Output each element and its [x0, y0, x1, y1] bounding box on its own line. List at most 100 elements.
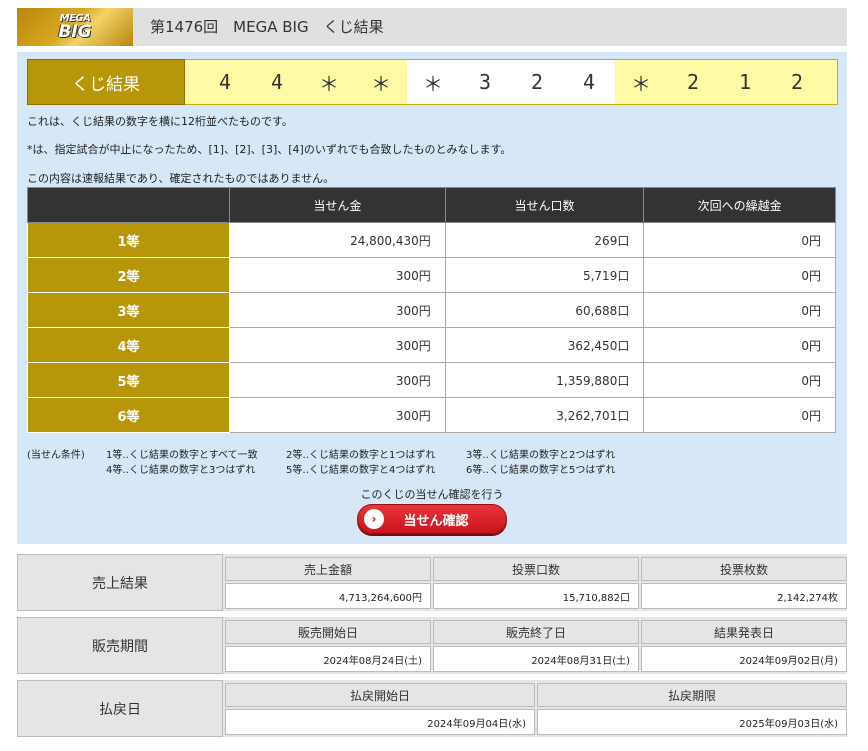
- carry-cell: 0円: [643, 257, 836, 293]
- amount-cell: 300円: [229, 292, 446, 328]
- sales-column: 投票枚数 2,142,274枚: [641, 557, 847, 609]
- condition-item: 2等‥くじ結果の数字と1つはずれ: [286, 450, 436, 461]
- period-title: 販売期間: [17, 617, 223, 674]
- sales-value: 4,713,264,600円: [225, 583, 431, 609]
- period-value: 2024年09月02日(月): [641, 646, 847, 672]
- sales-column: 投票口数 15,710,882口: [433, 557, 639, 609]
- prize-table-header: 当せん金 当せん口数 次回への繰越金: [27, 187, 836, 223]
- header-cell-count: 当せん口数: [444, 187, 645, 223]
- result-label: くじ結果: [27, 59, 185, 105]
- payout-value: 2025年09月03日(水): [537, 709, 847, 735]
- amount-cell: 300円: [229, 362, 446, 398]
- sales-value: 15,710,882口: [433, 583, 639, 609]
- payout-grid: 払戻開始日 2024年09月04日(水) 払戻期限 2025年09月03日(水): [225, 683, 847, 735]
- check-winning-button-label: 当せん確認: [403, 513, 469, 529]
- result-digit: 1: [719, 60, 771, 104]
- result-digit: 4: [251, 60, 303, 104]
- condition-item: 3等‥くじ結果の数字と2つはずれ: [466, 450, 616, 461]
- lottery-result-row: くじ結果 4 4 ＊ ＊ ＊ 3 2 4 ＊ 2 1 2: [27, 59, 838, 105]
- condition-item: 1等‥くじ結果の数字とすべて一致: [106, 450, 258, 461]
- count-cell: 1,359,880口: [444, 362, 645, 398]
- note-text: これは、くじ結果の数字を横に12桁並べたものです。: [27, 115, 293, 128]
- sales-title: 売上結果: [17, 554, 223, 611]
- result-digit: ＊: [407, 60, 459, 104]
- amount-cell: 24,800,430円: [229, 222, 446, 258]
- check-winning-button[interactable]: › 当せん確認: [357, 504, 507, 534]
- sales-header: 投票口数: [433, 557, 639, 581]
- result-digit: 3: [459, 60, 511, 104]
- page-header: MEGA BIG 第1476回 MEGA BIG くじ結果: [17, 8, 847, 46]
- payout-column: 払戻期限 2025年09月03日(水): [537, 683, 847, 735]
- payout-value: 2024年09月04日(水): [225, 709, 535, 735]
- grade-cell: 3等: [27, 292, 230, 328]
- table-row: 4等 300円 362,450口 0円: [27, 327, 836, 363]
- period-header: 結果発表日: [641, 620, 847, 644]
- result-digit: 2: [771, 60, 823, 104]
- period-grid: 販売開始日 2024年08月24日(土) 販売終了日 2024年08月31日(土…: [225, 620, 847, 672]
- amount-cell: 300円: [229, 397, 446, 433]
- conditions-label: (当せん条件): [27, 450, 85, 461]
- count-cell: 60,688口: [444, 292, 645, 328]
- table-row: 6等 300円 3,262,701口 0円: [27, 397, 836, 433]
- condition-item: 6等‥くじ結果の数字と5つはずれ: [466, 465, 616, 476]
- header-cell-amount: 当せん金: [229, 187, 446, 223]
- count-cell: 269口: [444, 222, 645, 258]
- payout-section: 払戻日 払戻開始日 2024年09月04日(水) 払戻期限 2025年09月03…: [17, 680, 847, 737]
- sales-value: 2,142,274枚: [641, 583, 847, 609]
- note-text: *は、指定試合が中止になったため、[1]、[2]、[3]、[4]のいずれでも合致…: [27, 143, 512, 156]
- condition-item: 4等‥くじ結果の数字と3つはずれ: [106, 465, 256, 476]
- mega-big-logo[interactable]: MEGA BIG: [17, 8, 133, 46]
- result-digit: ＊: [615, 60, 667, 104]
- sales-header: 売上金額: [225, 557, 431, 581]
- result-digit: 2: [511, 60, 563, 104]
- sales-header: 投票枚数: [641, 557, 847, 581]
- period-value: 2024年08月31日(土): [433, 646, 639, 672]
- count-cell: 5,719口: [444, 257, 645, 293]
- grade-cell: 1等: [27, 222, 230, 258]
- grade-cell: 5等: [27, 362, 230, 398]
- note-text: この内容は速報結果であり、確定されたものではありません。: [27, 172, 335, 185]
- sales-grid: 売上金額 4,713,264,600円 投票口数 15,710,882口 投票枚…: [225, 557, 847, 609]
- payout-header: 払戻期限: [537, 683, 847, 707]
- table-row: 2等 300円 5,719口 0円: [27, 257, 836, 293]
- count-cell: 362,450口: [444, 327, 645, 363]
- grade-cell: 4等: [27, 327, 230, 363]
- payout-header: 払戻開始日: [225, 683, 535, 707]
- sales-section: 売上結果 売上金額 4,713,264,600円 投票口数 15,710,882…: [17, 554, 847, 611]
- result-panel: くじ結果 4 4 ＊ ＊ ＊ 3 2 4 ＊ 2 1 2 これは、くじ結果の数字…: [17, 52, 847, 544]
- carry-cell: 0円: [643, 362, 836, 398]
- header-cell-carry: 次回への繰越金: [643, 187, 836, 223]
- period-section: 販売期間 販売開始日 2024年08月24日(土) 販売終了日 2024年08月…: [17, 617, 847, 674]
- period-header: 販売開始日: [225, 620, 431, 644]
- amount-cell: 300円: [229, 257, 446, 293]
- table-row: 5等 300円 1,359,880口 0円: [27, 362, 836, 398]
- period-column: 販売開始日 2024年08月24日(土): [225, 620, 431, 672]
- prize-table: 当せん金 当せん口数 次回への繰越金 1等 24,800,430円 269口 0…: [27, 187, 836, 433]
- period-column: 販売終了日 2024年08月31日(土): [433, 620, 639, 672]
- header-cell-blank: [27, 187, 230, 223]
- payout-column: 払戻開始日 2024年09月04日(水): [225, 683, 535, 735]
- page-title: 第1476回 MEGA BIG くじ結果: [150, 18, 384, 36]
- digit-spacer: [185, 60, 199, 104]
- carry-cell: 0円: [643, 397, 836, 433]
- period-value: 2024年08月24日(土): [225, 646, 431, 672]
- sales-column: 売上金額 4,713,264,600円: [225, 557, 431, 609]
- period-header: 販売終了日: [433, 620, 639, 644]
- result-digit: 2: [667, 60, 719, 104]
- payout-title: 払戻日: [17, 680, 223, 737]
- table-row: 3等 300円 60,688口 0円: [27, 292, 836, 328]
- carry-cell: 0円: [643, 222, 836, 258]
- count-cell: 3,262,701口: [444, 397, 645, 433]
- check-prompt: このくじの当せん確認を行う: [360, 488, 504, 501]
- result-digits: 4 4 ＊ ＊ ＊ 3 2 4 ＊ 2 1 2: [185, 59, 838, 105]
- digit-spacer: [823, 60, 837, 104]
- result-digit: ＊: [355, 60, 407, 104]
- result-digit: ＊: [303, 60, 355, 104]
- period-column: 結果発表日 2024年09月02日(月): [641, 620, 847, 672]
- result-digit: 4: [199, 60, 251, 104]
- amount-cell: 300円: [229, 327, 446, 363]
- grade-cell: 2等: [27, 257, 230, 293]
- grade-cell: 6等: [27, 397, 230, 433]
- result-digit: 4: [563, 60, 615, 104]
- chevron-right-icon: ›: [364, 509, 384, 529]
